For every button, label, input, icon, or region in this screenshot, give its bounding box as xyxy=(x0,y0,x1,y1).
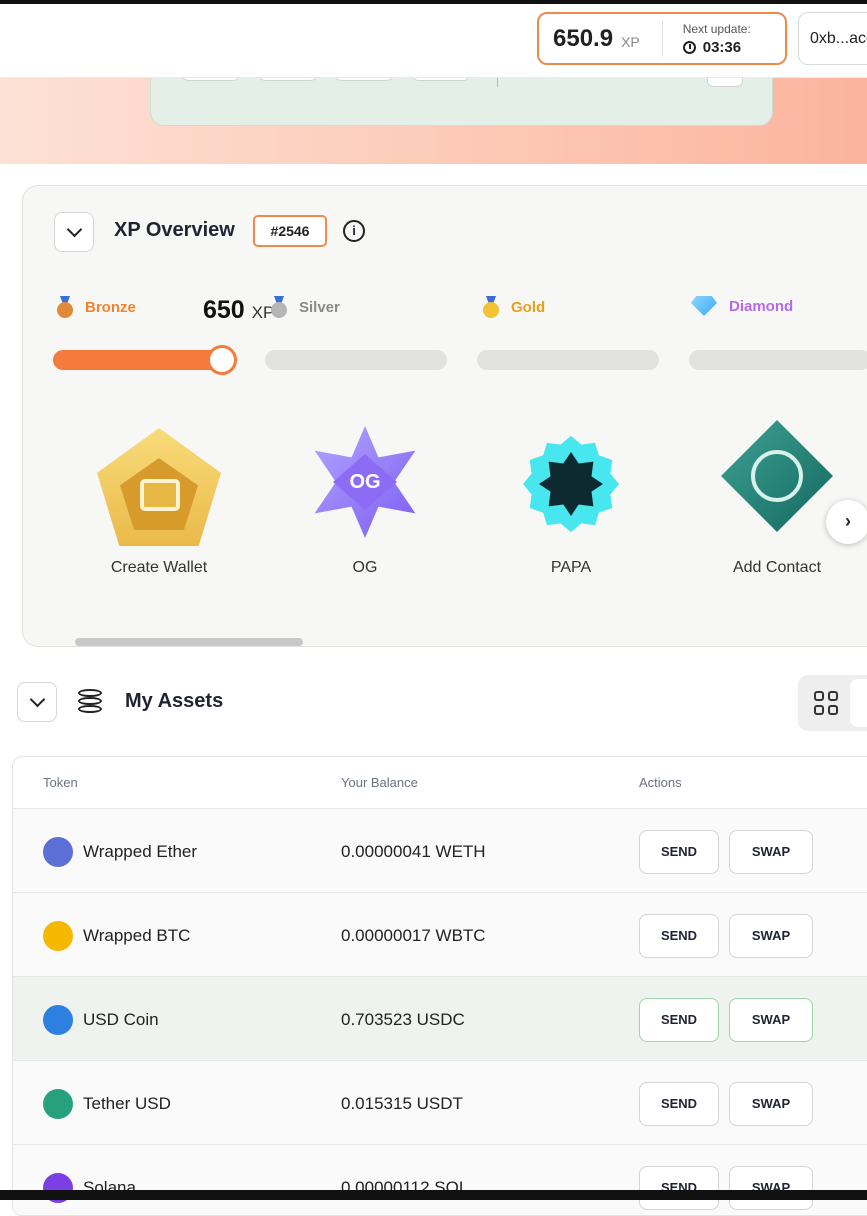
bronze-medal-icon xyxy=(57,296,73,318)
bronze-progress-fill xyxy=(53,350,223,370)
badge-label: OG xyxy=(352,559,378,576)
send-button[interactable]: SEND xyxy=(639,830,719,874)
user-icon xyxy=(751,450,803,502)
gold-medal-icon xyxy=(483,296,499,318)
progress-knob[interactable] xyxy=(207,345,238,375)
table-row: Wrapped Ether 0.00000041 WETH SEND SWAP xyxy=(13,809,867,893)
token-icon xyxy=(43,921,73,951)
rank-badge: #2546 xyxy=(253,215,327,247)
silver-progress-bar xyxy=(265,350,447,370)
tier-label: Bronze xyxy=(85,298,136,316)
token-name: Wrapped BTC xyxy=(83,926,191,945)
grid-view-icon[interactable] xyxy=(814,691,840,717)
wallet-icon xyxy=(140,479,180,511)
swap-button[interactable]: SWAP xyxy=(729,998,813,1042)
next-update-label: Next update: xyxy=(682,21,751,36)
info-icon[interactable]: i xyxy=(343,220,365,242)
hero-banner xyxy=(0,67,867,164)
badge-label: Add Contact xyxy=(732,559,822,576)
top-bar: 650.9 XP Next update: 03:36 0xb...acc xyxy=(0,0,867,78)
token-balance: 0.703523 USDC xyxy=(341,1010,465,1029)
bronze-progress-bar xyxy=(53,345,238,375)
table-row: Solana 0.00000112 SOL SEND SWAP xyxy=(13,1145,867,1215)
badge-label: Create Wallet xyxy=(110,559,208,576)
swap-button[interactable]: SWAP xyxy=(729,1082,813,1126)
token-name: Tether USD xyxy=(83,1094,171,1113)
xp-overview-panel: XP Overview #2546 i Bronze 650 XP Silver… xyxy=(22,185,867,647)
badges-scrollbar[interactable] xyxy=(75,638,303,646)
assets-table: Token Your Balance Actions Wrapped Ether… xyxy=(12,756,867,1216)
diamond-progress-bar xyxy=(689,350,867,370)
wallet-address-button[interactable]: 0xb...acc xyxy=(798,12,867,65)
collapse-assets-button[interactable] xyxy=(17,682,57,722)
gold-progress-bar xyxy=(477,350,659,370)
column-header-actions: Actions xyxy=(639,775,682,790)
clock-icon xyxy=(682,40,696,54)
send-button[interactable]: SEND xyxy=(639,1166,719,1210)
send-button[interactable]: SEND xyxy=(639,1082,719,1126)
tier-diamond: Diamond xyxy=(691,296,793,316)
my-assets-title: My Assets xyxy=(125,690,224,712)
table-header: Token Your Balance Actions xyxy=(13,757,867,809)
token-name: Wrapped Ether xyxy=(83,842,198,861)
table-row: Wrapped BTC 0.00000017 WBTC SEND SWAP xyxy=(13,893,867,977)
tier-bronze: Bronze xyxy=(57,296,136,318)
database-icon xyxy=(78,689,102,715)
next-update-time: 03:36 xyxy=(702,38,742,56)
tier-label: Silver xyxy=(299,298,340,316)
chevron-right-icon[interactable]: › xyxy=(826,500,867,544)
diamond-icon xyxy=(691,296,717,316)
swap-button[interactable]: SWAP xyxy=(729,830,813,874)
next-update: Next update: 03:36 xyxy=(682,21,751,56)
column-header-balance: Your Balance xyxy=(341,775,418,790)
tier-gold: Gold xyxy=(483,296,545,318)
badge-label: PAPA xyxy=(550,559,592,576)
token-balance: 0.00000017 WBTC xyxy=(341,926,486,945)
token-icon xyxy=(43,1089,73,1119)
list-view-button[interactable] xyxy=(850,679,867,727)
xp-box-divider xyxy=(661,20,663,57)
token-icon xyxy=(43,837,73,867)
token-balance: 0.00000041 WETH xyxy=(341,842,486,861)
top-edge xyxy=(0,0,867,4)
collapse-xp-button[interactable] xyxy=(54,212,94,252)
tier-label: Gold xyxy=(511,298,546,316)
token-name: USD Coin xyxy=(83,1010,159,1029)
current-xp: 650 XP xyxy=(203,296,274,325)
token-icon xyxy=(43,1005,73,1035)
silver-medal-icon xyxy=(271,296,287,318)
xp-overview-title: XP Overview xyxy=(114,219,235,241)
current-xp-value: 650 xyxy=(203,296,245,324)
my-assets-header: My Assets xyxy=(0,675,867,735)
send-button[interactable]: SEND xyxy=(639,998,719,1042)
token-balance: 0.015315 USDT xyxy=(341,1094,463,1113)
xp-balance-box[interactable]: 650.9 XP Next update: 03:36 xyxy=(537,12,787,65)
chevron-down-icon xyxy=(66,221,83,238)
bottom-edge xyxy=(0,1190,867,1200)
tier-label: Diamond xyxy=(729,297,794,315)
swap-button[interactable]: SWAP xyxy=(729,914,813,958)
table-row: Tether USD 0.015315 USDT SEND SWAP xyxy=(13,1061,867,1145)
table-row: USD Coin 0.703523 USDC SEND SWAP xyxy=(13,977,867,1061)
view-toggle xyxy=(798,675,867,731)
xp-balance-unit: XP xyxy=(621,33,640,50)
tier-silver: Silver xyxy=(271,296,340,318)
column-header-token: Token xyxy=(43,775,78,790)
send-button[interactable]: SEND xyxy=(639,914,719,958)
chevron-down-icon xyxy=(29,691,46,708)
swap-button[interactable]: SWAP xyxy=(729,1166,813,1210)
next-update-timer: 03:36 xyxy=(682,38,751,56)
xp-balance-value: 650.9 xyxy=(553,24,614,52)
